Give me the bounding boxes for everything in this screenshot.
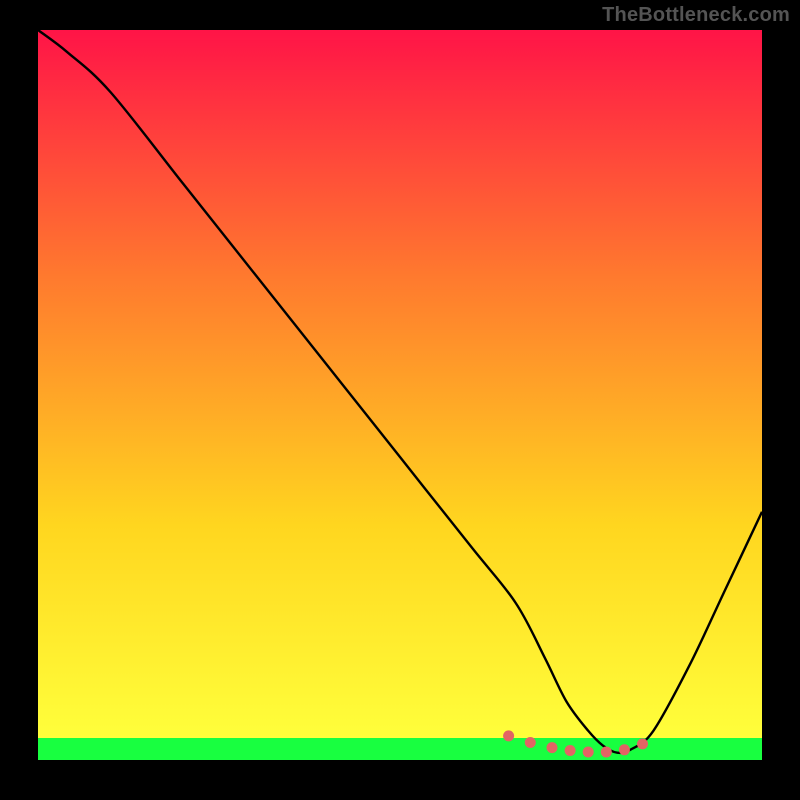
marker-dot <box>565 745 576 756</box>
marker-dot <box>583 747 594 758</box>
marker-dot <box>503 730 514 741</box>
green-band <box>38 738 762 760</box>
marker-dot <box>601 747 612 758</box>
bottleneck-chart <box>0 0 800 800</box>
marker-dot <box>525 737 536 748</box>
watermark-text: TheBottleneck.com <box>602 4 790 27</box>
marker-dot <box>547 742 558 753</box>
chart-canvas: TheBottleneck.com <box>0 0 800 800</box>
marker-dot <box>619 744 630 755</box>
marker-dot <box>637 738 648 749</box>
